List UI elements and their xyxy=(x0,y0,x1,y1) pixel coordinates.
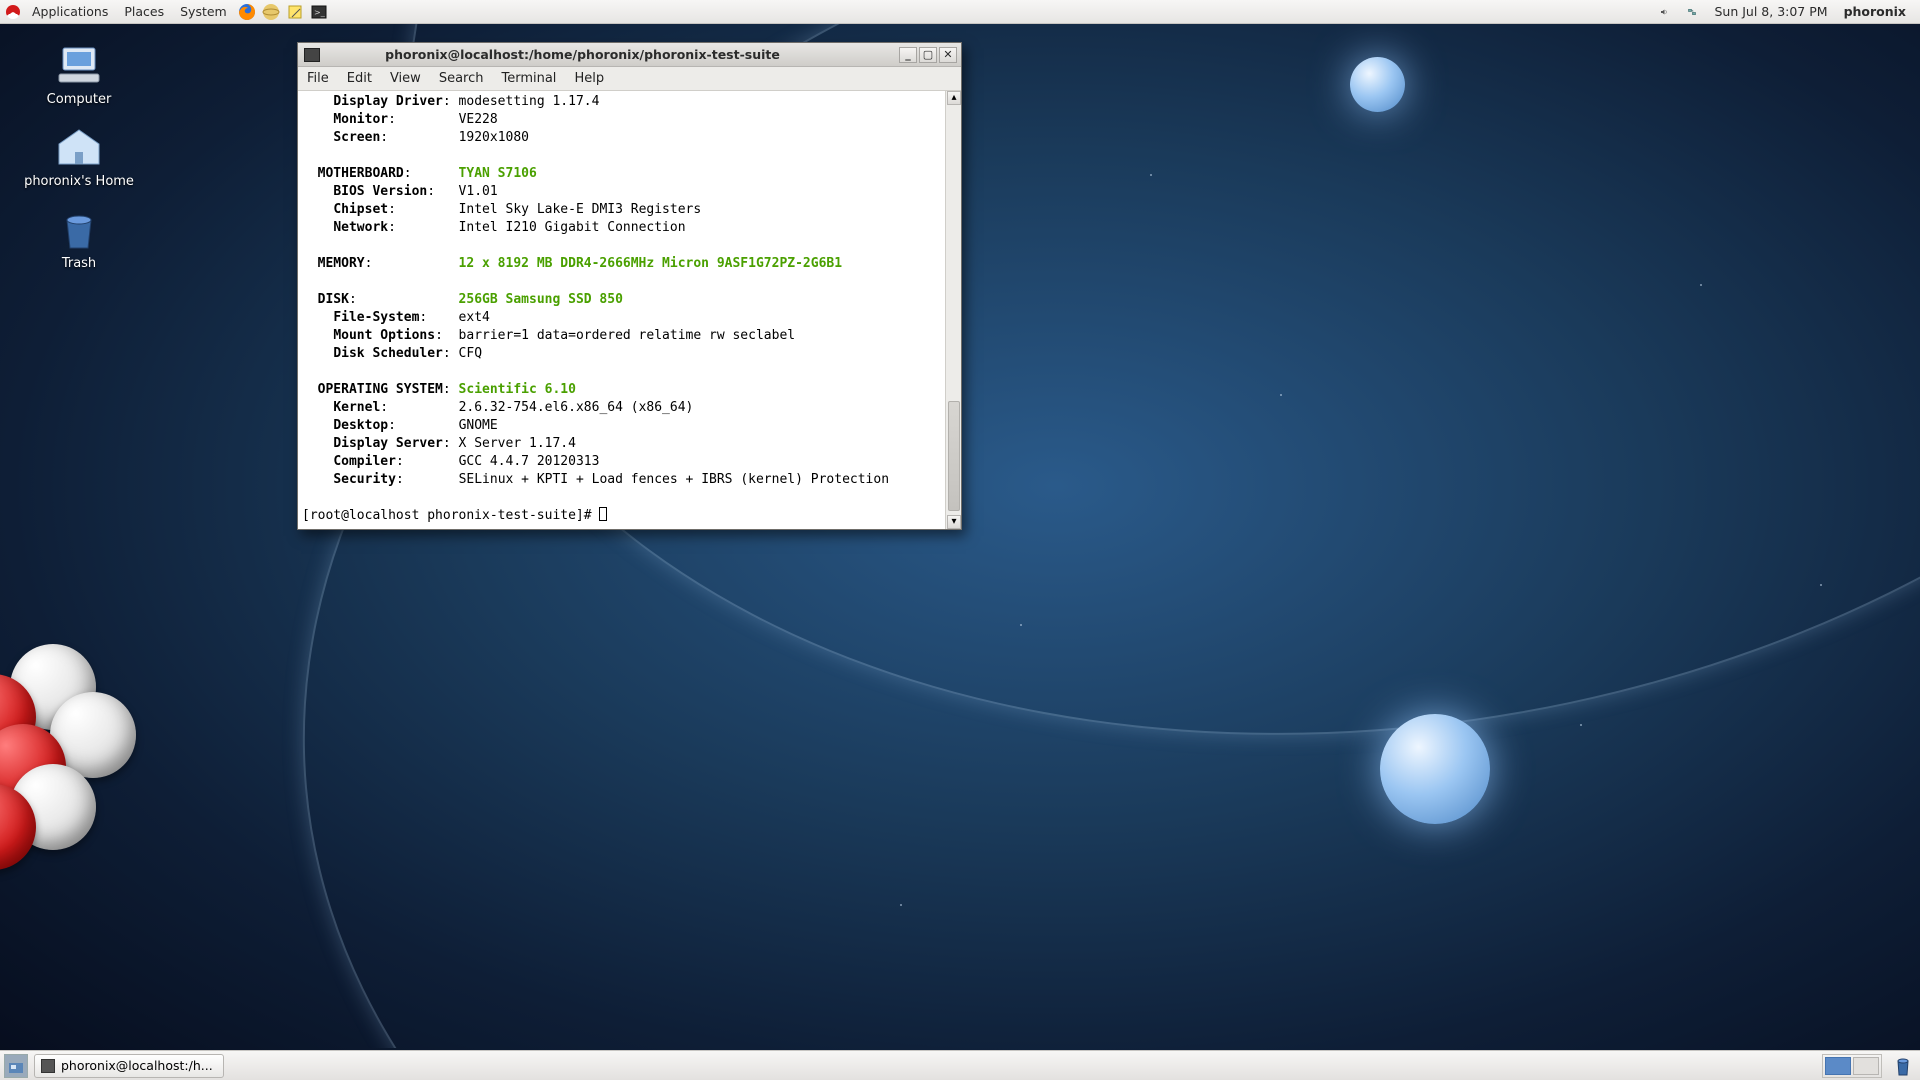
folder-home-icon xyxy=(53,126,105,170)
show-desktop-button[interactable] xyxy=(4,1054,28,1078)
scroll-up-button[interactable]: ▴ xyxy=(947,91,961,105)
scroll-down-button[interactable]: ▾ xyxy=(947,515,961,529)
window-close-button[interactable]: ✕ xyxy=(939,47,957,63)
menu-system[interactable]: System xyxy=(172,4,235,19)
window-titlebar[interactable]: phoronix@localhost:/home/phoronix/phoron… xyxy=(298,43,961,67)
menu-edit[interactable]: Edit xyxy=(338,71,381,86)
terminal-launcher-icon[interactable]: >_ xyxy=(309,2,329,22)
terminal-scrollbar[interactable]: ▴ ▾ xyxy=(945,91,961,529)
workspace-1[interactable] xyxy=(1825,1057,1851,1075)
menu-applications[interactable]: Applications xyxy=(24,4,116,19)
terminal-output[interactable]: Display Driver: modesetting 1.17.4 Monit… xyxy=(298,91,945,529)
notes-icon[interactable] xyxy=(285,2,305,22)
firefox-icon[interactable] xyxy=(237,2,257,22)
bottom-panel: phoronix@localhost:/h... xyxy=(0,1050,1920,1080)
top-panel: Applications Places System >_ Sun Jul 8,… xyxy=(0,0,1920,24)
terminal-cursor xyxy=(599,507,607,521)
menu-help[interactable]: Help xyxy=(565,71,613,86)
distro-logo-atom xyxy=(0,644,170,864)
desktop-icon-home[interactable]: phoronix's Home xyxy=(24,126,134,189)
menu-file[interactable]: File xyxy=(298,71,338,86)
distro-icon xyxy=(6,5,20,19)
desktop-icon-trash[interactable]: Trash xyxy=(24,208,134,271)
taskbar-item-terminal[interactable]: phoronix@localhost:/h... xyxy=(34,1054,224,1078)
workspace-switcher[interactable] xyxy=(1822,1054,1882,1078)
menu-view[interactable]: View xyxy=(381,71,430,86)
menu-terminal[interactable]: Terminal xyxy=(492,71,565,86)
terminal-menubar: File Edit View Search Terminal Help xyxy=(298,67,961,91)
window-maximize-button[interactable]: ▢ xyxy=(919,47,937,63)
panel-clock[interactable]: Sun Jul 8, 3:07 PM xyxy=(1708,4,1833,19)
computer-icon xyxy=(53,44,105,88)
window-minimize-button[interactable]: _ xyxy=(899,47,917,63)
terminal-icon xyxy=(41,1059,55,1073)
evolution-icon[interactable] xyxy=(261,2,281,22)
taskbar-item-label: phoronix@localhost:/h... xyxy=(61,1058,213,1073)
svg-text:>_: >_ xyxy=(314,8,326,17)
panel-user[interactable]: phoronix xyxy=(1838,4,1912,19)
window-app-icon xyxy=(304,48,320,62)
menu-places[interactable]: Places xyxy=(116,4,172,19)
window-title: phoronix@localhost:/home/phoronix/phoron… xyxy=(326,47,899,62)
volume-icon[interactable] xyxy=(1654,2,1674,22)
desktop-icon-label: phoronix's Home xyxy=(24,174,134,189)
desktop-icon-label: Trash xyxy=(24,256,134,271)
trash-icon xyxy=(53,208,105,252)
menu-search[interactable]: Search xyxy=(430,71,493,86)
workspace-2[interactable] xyxy=(1853,1057,1879,1075)
scroll-thumb[interactable] xyxy=(948,401,960,511)
panel-trash-applet[interactable] xyxy=(1892,1055,1914,1077)
network-icon[interactable] xyxy=(1682,2,1702,22)
desktop-icon-label: Computer xyxy=(24,92,134,107)
terminal-window: phoronix@localhost:/home/phoronix/phoron… xyxy=(297,42,962,530)
desktop-icon-computer[interactable]: Computer xyxy=(24,44,134,107)
